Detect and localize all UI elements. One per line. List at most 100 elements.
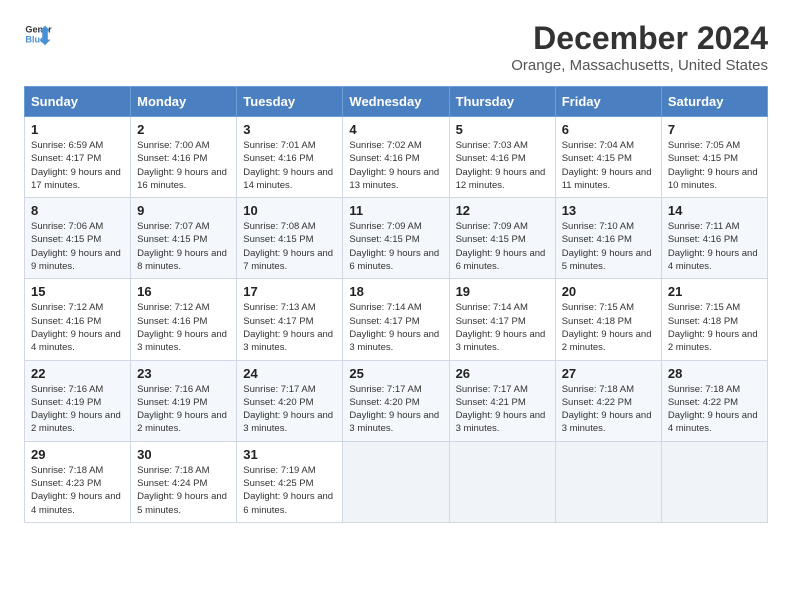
day-number: 7 bbox=[668, 122, 761, 137]
day-number: 17 bbox=[243, 284, 336, 299]
calendar-day-22: 22 Sunrise: 7:16 AMSunset: 4:19 PMDayligh… bbox=[25, 360, 131, 441]
calendar-day-27: 27 Sunrise: 7:18 AMSunset: 4:22 PMDayligh… bbox=[555, 360, 661, 441]
calendar-week-5: 29Sunrise: 7:18 AMSunset: 4:23 PMDayligh… bbox=[25, 441, 768, 522]
day-number: 6 bbox=[562, 122, 655, 137]
day-header-sunday: Sunday bbox=[25, 87, 131, 117]
empty-cell bbox=[555, 441, 661, 522]
day-number: 20 bbox=[562, 284, 655, 299]
day-info: Sunrise: 6:59 AMSunset: 4:17 PMDaylight:… bbox=[31, 139, 124, 192]
day-info: Sunrise: 7:12 AMSunset: 4:16 PMDaylight:… bbox=[137, 301, 230, 354]
day-number: 25 bbox=[349, 366, 442, 381]
calendar-week-4: 22 Sunrise: 7:16 AMSunset: 4:19 PMDayligh… bbox=[25, 360, 768, 441]
calendar-day-30: 30Sunrise: 7:18 AMSunset: 4:24 PMDayligh… bbox=[131, 441, 237, 522]
calendar-day-9: 9Sunrise: 7:07 AMSunset: 4:15 PMDaylight… bbox=[131, 198, 237, 279]
day-info: Sunrise: 7:12 AMSunset: 4:16 PMDaylight:… bbox=[31, 301, 124, 354]
calendar-week-2: 8Sunrise: 7:06 AMSunset: 4:15 PMDaylight… bbox=[25, 198, 768, 279]
day-number: 24 bbox=[243, 366, 336, 381]
day-number: 26 bbox=[456, 366, 549, 381]
calendar-week-3: 15 Sunrise: 7:12 AMSunset: 4:16 PMDayligh… bbox=[25, 279, 768, 360]
calendar-day-29: 29Sunrise: 7:18 AMSunset: 4:23 PMDayligh… bbox=[25, 441, 131, 522]
calendar-day-10: 10 Sunrise: 7:08 AMSunset: 4:15 PMDayligh… bbox=[237, 198, 343, 279]
day-number: 11 bbox=[349, 203, 442, 218]
calendar-day-28: 28 Sunrise: 7:18 AMSunset: 4:22 PMDayligh… bbox=[661, 360, 767, 441]
title-section: December 2024 Orange, Massachusetts, Uni… bbox=[511, 20, 768, 74]
page-header: General Blue December 2024 Orange, Massa… bbox=[24, 20, 768, 74]
day-header-tuesday: Tuesday bbox=[237, 87, 343, 117]
calendar-day-2: 2 Sunrise: 7:00 AMSunset: 4:16 PMDaylight… bbox=[131, 117, 237, 198]
calendar-day-13: 13 Sunrise: 7:10 AMSunset: 4:16 PMDayligh… bbox=[555, 198, 661, 279]
day-info: Sunrise: 7:17 AMSunset: 4:21 PMDaylight:… bbox=[456, 383, 549, 436]
calendar-day-17: 17 Sunrise: 7:13 AMSunset: 4:17 PMDayligh… bbox=[237, 279, 343, 360]
calendar-day-23: 23 Sunrise: 7:16 AMSunset: 4:19 PMDayligh… bbox=[131, 360, 237, 441]
day-number: 2 bbox=[137, 122, 230, 137]
calendar-day-3: 3 Sunrise: 7:01 AMSunset: 4:16 PMDaylight… bbox=[237, 117, 343, 198]
month-title: December 2024 bbox=[511, 20, 768, 57]
day-info: Sunrise: 7:00 AMSunset: 4:16 PMDaylight:… bbox=[137, 139, 230, 192]
calendar-day-21: 21 Sunrise: 7:15 AMSunset: 4:18 PMDayligh… bbox=[661, 279, 767, 360]
day-number: 28 bbox=[668, 366, 761, 381]
day-info: Sunrise: 7:14 AMSunset: 4:17 PMDaylight:… bbox=[349, 301, 442, 354]
day-info: Sunrise: 7:04 AMSunset: 4:15 PMDaylight:… bbox=[562, 139, 655, 192]
calendar-day-20: 20Sunrise: 7:15 AMSunset: 4:18 PMDayligh… bbox=[555, 279, 661, 360]
location-title: Orange, Massachusetts, United States bbox=[511, 57, 768, 74]
day-info: Sunrise: 7:16 AMSunset: 4:19 PMDaylight:… bbox=[137, 383, 230, 436]
calendar-day-19: 19Sunrise: 7:14 AMSunset: 4:17 PMDayligh… bbox=[449, 279, 555, 360]
day-number: 13 bbox=[562, 203, 655, 218]
day-info: Sunrise: 7:10 AMSunset: 4:16 PMDaylight:… bbox=[562, 220, 655, 273]
calendar-day-14: 14 Sunrise: 7:11 AMSunset: 4:16 PMDayligh… bbox=[661, 198, 767, 279]
empty-cell bbox=[449, 441, 555, 522]
calendar-week-1: 1 Sunrise: 6:59 AMSunset: 4:17 PMDaylight… bbox=[25, 117, 768, 198]
calendar-day-5: 5 Sunrise: 7:03 AMSunset: 4:16 PMDaylight… bbox=[449, 117, 555, 198]
calendar-day-11: 11 Sunrise: 7:09 AMSunset: 4:15 PMDayligh… bbox=[343, 198, 449, 279]
calendar-day-24: 24 Sunrise: 7:17 AMSunset: 4:20 PMDayligh… bbox=[237, 360, 343, 441]
calendar-day-16: 16 Sunrise: 7:12 AMSunset: 4:16 PMDayligh… bbox=[131, 279, 237, 360]
day-info: Sunrise: 7:03 AMSunset: 4:16 PMDaylight:… bbox=[456, 139, 549, 192]
day-info: Sunrise: 7:13 AMSunset: 4:17 PMDaylight:… bbox=[243, 301, 336, 354]
calendar-day-15: 15 Sunrise: 7:12 AMSunset: 4:16 PMDayligh… bbox=[25, 279, 131, 360]
day-number: 3 bbox=[243, 122, 336, 137]
day-number: 5 bbox=[456, 122, 549, 137]
calendar-day-8: 8Sunrise: 7:06 AMSunset: 4:15 PMDaylight… bbox=[25, 198, 131, 279]
day-info: Sunrise: 7:16 AMSunset: 4:19 PMDaylight:… bbox=[31, 383, 124, 436]
day-number: 10 bbox=[243, 203, 336, 218]
calendar-day-6: 6 Sunrise: 7:04 AMSunset: 4:15 PMDaylight… bbox=[555, 117, 661, 198]
day-header-thursday: Thursday bbox=[449, 87, 555, 117]
day-number: 16 bbox=[137, 284, 230, 299]
day-info: Sunrise: 7:09 AMSunset: 4:15 PMDaylight:… bbox=[456, 220, 549, 273]
calendar-table: SundayMondayTuesdayWednesdayThursdayFrid… bbox=[24, 86, 768, 523]
day-number: 14 bbox=[668, 203, 761, 218]
day-info: Sunrise: 7:17 AMSunset: 4:20 PMDaylight:… bbox=[243, 383, 336, 436]
day-info: Sunrise: 7:08 AMSunset: 4:15 PMDaylight:… bbox=[243, 220, 336, 273]
day-info: Sunrise: 7:01 AMSunset: 4:16 PMDaylight:… bbox=[243, 139, 336, 192]
empty-cell bbox=[661, 441, 767, 522]
day-number: 21 bbox=[668, 284, 761, 299]
day-number: 8 bbox=[31, 203, 124, 218]
day-info: Sunrise: 7:18 AMSunset: 4:22 PMDaylight:… bbox=[668, 383, 761, 436]
day-header-saturday: Saturday bbox=[661, 87, 767, 117]
day-number: 18 bbox=[349, 284, 442, 299]
day-info: Sunrise: 7:05 AMSunset: 4:15 PMDaylight:… bbox=[668, 139, 761, 192]
day-number: 15 bbox=[31, 284, 124, 299]
day-number: 22 bbox=[31, 366, 124, 381]
day-number: 27 bbox=[562, 366, 655, 381]
day-info: Sunrise: 7:18 AMSunset: 4:22 PMDaylight:… bbox=[562, 383, 655, 436]
day-info: Sunrise: 7:09 AMSunset: 4:15 PMDaylight:… bbox=[349, 220, 442, 273]
day-number: 23 bbox=[137, 366, 230, 381]
day-number: 12 bbox=[456, 203, 549, 218]
logo: General Blue bbox=[24, 20, 52, 48]
day-info: Sunrise: 7:15 AMSunset: 4:18 PMDaylight:… bbox=[668, 301, 761, 354]
day-info: Sunrise: 7:18 AMSunset: 4:24 PMDaylight:… bbox=[137, 464, 230, 517]
day-header-wednesday: Wednesday bbox=[343, 87, 449, 117]
calendar-day-25: 25Sunrise: 7:17 AMSunset: 4:20 PMDayligh… bbox=[343, 360, 449, 441]
logo-icon: General Blue bbox=[24, 20, 52, 48]
day-number: 1 bbox=[31, 122, 124, 137]
day-info: Sunrise: 7:11 AMSunset: 4:16 PMDaylight:… bbox=[668, 220, 761, 273]
calendar-body: 1 Sunrise: 6:59 AMSunset: 4:17 PMDaylight… bbox=[25, 117, 768, 523]
calendar-day-1: 1 Sunrise: 6:59 AMSunset: 4:17 PMDaylight… bbox=[25, 117, 131, 198]
calendar-day-12: 12 Sunrise: 7:09 AMSunset: 4:15 PMDayligh… bbox=[449, 198, 555, 279]
day-header-monday: Monday bbox=[131, 87, 237, 117]
calendar-day-18: 18 Sunrise: 7:14 AMSunset: 4:17 PMDayligh… bbox=[343, 279, 449, 360]
empty-cell bbox=[343, 441, 449, 522]
calendar-day-31: 31Sunrise: 7:19 AMSunset: 4:25 PMDayligh… bbox=[237, 441, 343, 522]
calendar-day-26: 26 Sunrise: 7:17 AMSunset: 4:21 PMDayligh… bbox=[449, 360, 555, 441]
